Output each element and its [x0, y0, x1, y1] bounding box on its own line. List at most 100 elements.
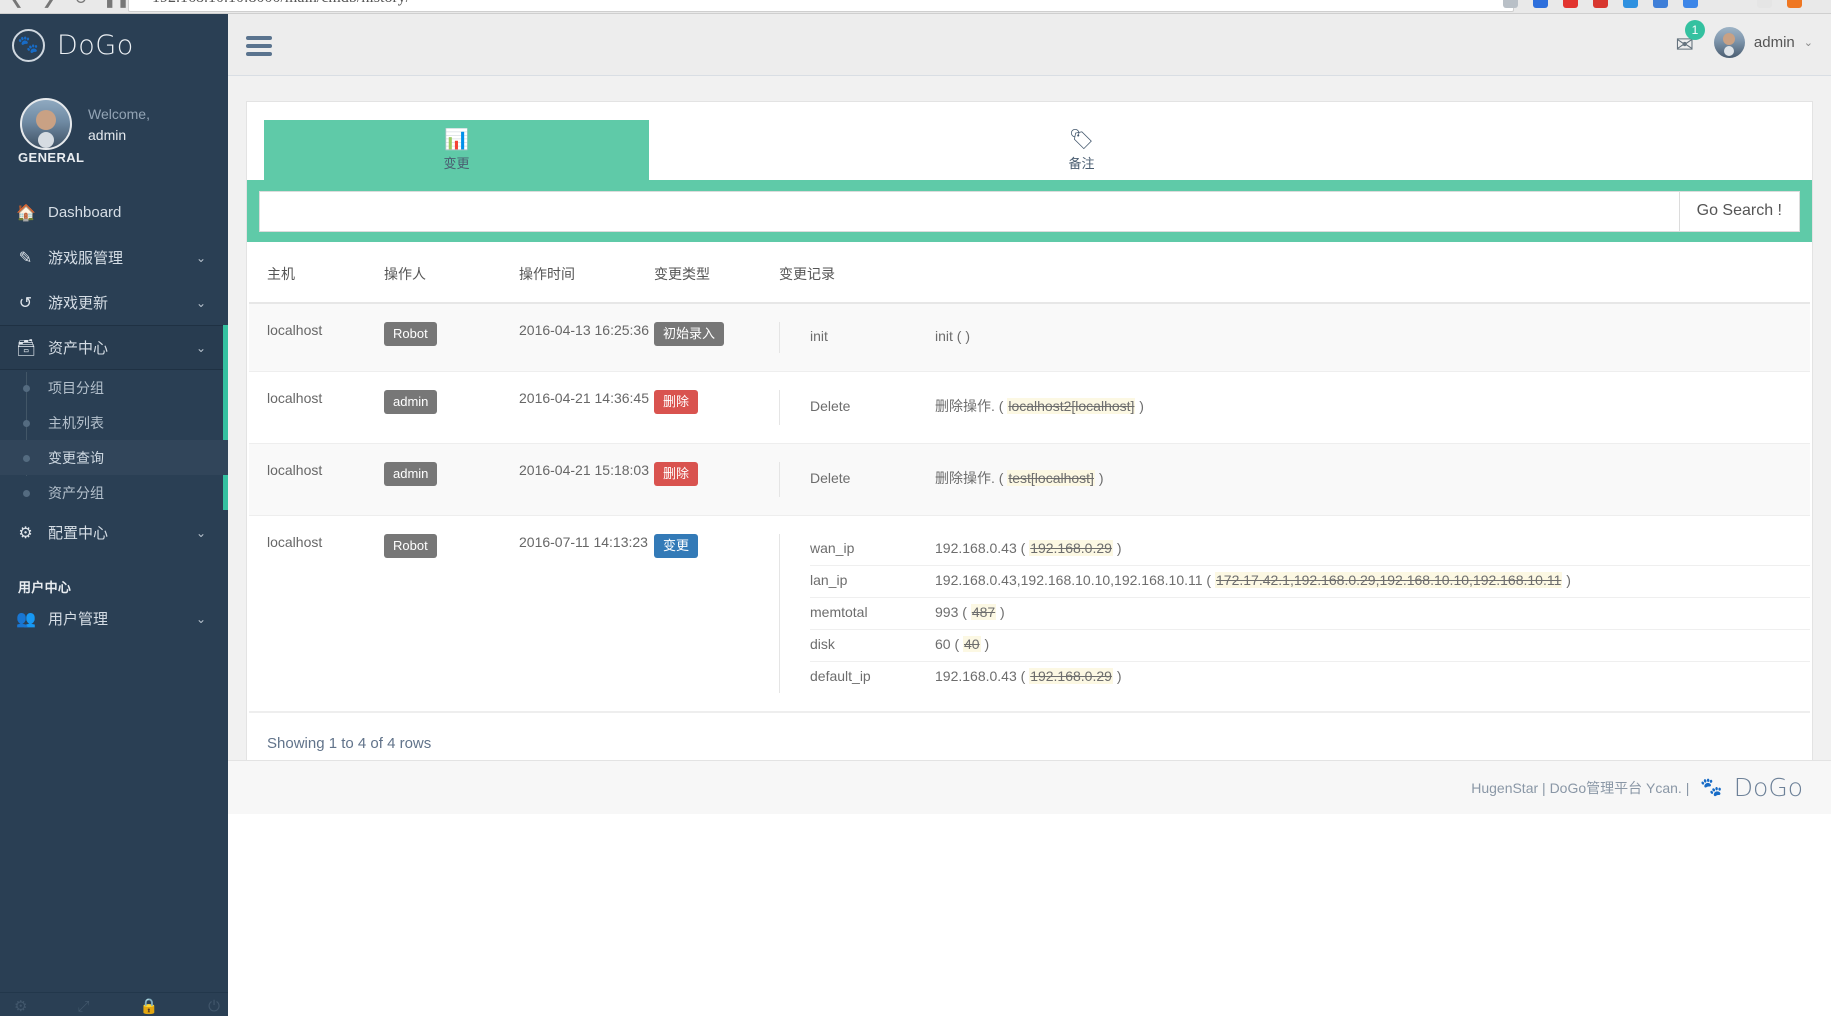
sidebar-item-host-list[interactable]: 主机列表	[0, 405, 228, 440]
tab-label: 变更	[443, 155, 470, 171]
record-value: 192.168.0.43 ( 192.168.0.29 )	[935, 540, 1122, 556]
profile-block: Welcome, admin GENERAL	[0, 76, 228, 168]
search-input[interactable]	[259, 190, 1679, 232]
avatar	[1713, 27, 1745, 58]
bookmark-icon[interactable]	[1503, 0, 1518, 8]
sidebar-item-label: 资产中心	[48, 340, 109, 357]
record-row: init init ( )	[810, 322, 1810, 353]
sidebar-item-user-management[interactable]: 👥 用户管理 ⌄	[0, 596, 228, 641]
page-footer: HugenStar | DoGo管理平台 Ycan. | 🐾 DoGo	[228, 760, 1831, 814]
change-type-badge: 删除	[654, 462, 699, 486]
extension-icon-3[interactable]	[1593, 0, 1608, 8]
cell-operator: Robot	[384, 515, 519, 712]
gears-icon: ⚙	[18, 524, 33, 542]
cell-type: 变更	[654, 515, 779, 712]
footer-logo: DoGo	[1733, 773, 1803, 802]
record-row: Delete 删除操作. ( test[localhost] )	[810, 462, 1810, 497]
paw-icon: 🐾	[1700, 777, 1723, 797]
table-row[interactable]: localhost admin 2016-04-21 15:18:03 删除 Delet…	[249, 443, 1810, 516]
extension-icon-7[interactable]	[1787, 0, 1802, 8]
cell-operator: admin	[384, 371, 519, 444]
users-icon: 👥	[16, 610, 36, 628]
extension-icon-1[interactable]	[1533, 0, 1548, 8]
record-old-value: test[localhost]	[1007, 470, 1095, 486]
messages-button[interactable]: ✉ 1	[1675, 20, 1705, 58]
record-row: wan_ip 192.168.0.43 ( 192.168.0.29 )	[810, 534, 1810, 566]
sidebar-item-change-query[interactable]: 变更查询	[0, 440, 228, 475]
cell-operator: admin	[384, 443, 519, 516]
sidebar-item-config-center[interactable]: ⚙ 配置中心 ⌄	[0, 510, 228, 555]
brand[interactable]: 🐾 DoGo	[0, 14, 228, 76]
extension-icon-5[interactable]	[1653, 0, 1668, 8]
record-old-value: localhost2[localhost]	[1007, 398, 1136, 414]
column-header-time: 操作时间	[519, 242, 654, 304]
record-value: 192.168.0.43 ( 192.168.0.29 )	[935, 668, 1122, 684]
fullscreen-icon[interactable]: ⤢	[77, 999, 89, 1014]
page-bottom-blank	[228, 814, 1831, 1016]
tag-icon: 🏷	[1068, 128, 1095, 151]
tab-bar: 📊 变更 🏷 备注	[247, 102, 1812, 180]
cell-host: localhost	[249, 371, 384, 444]
heart-icon[interactable]	[1757, 0, 1772, 8]
sidebar-item-asset-center[interactable]: 🗃 资产中心 ⌄	[0, 325, 228, 510]
sidebar-subitem-label: 项目分组	[48, 379, 104, 396]
hamburger-menu-icon[interactable]	[246, 36, 272, 60]
record-key: memtotal	[810, 604, 868, 620]
operator-badge: Robot	[384, 534, 437, 558]
record-list: Delete 删除操作. ( localhost2[localhost] )	[779, 390, 1810, 425]
extension-icon-6[interactable]	[1683, 0, 1698, 8]
footer-text: HugenStar | DoGo管理平台 Ycan. |	[1471, 779, 1690, 796]
cell-records: wan_ip 192.168.0.43 ( 192.168.0.29 ) lan_i…	[779, 515, 1810, 712]
extension-icon-2[interactable]	[1563, 0, 1578, 8]
pause-icon[interactable]: ❚❚	[103, 0, 130, 9]
record-row: disk 60 ( 40 )	[810, 630, 1810, 662]
record-old-value: 40	[963, 636, 981, 652]
chevron-down-icon: ⌄	[195, 340, 206, 355]
power-icon[interactable]: ⏻	[208, 999, 220, 1014]
tab-remark[interactable]: 🏷 备注	[889, 120, 1274, 180]
table-row[interactable]: localhost admin 2016-04-21 14:36:45 删除 Delet…	[249, 371, 1810, 444]
tab-change[interactable]: 📊 变更	[264, 120, 649, 180]
back-arrow-icon[interactable]: ❮	[10, 0, 23, 9]
extension-icon-4[interactable]	[1623, 0, 1638, 8]
refresh-icon: ↺	[18, 294, 33, 312]
forward-arrow-icon[interactable]: ❯	[42, 0, 55, 9]
cell-time: 2016-07-11 14:13:23	[519, 515, 654, 712]
settings-icon[interactable]: ⚙	[14, 999, 27, 1014]
sidebar-item-dashboard[interactable]: 🏠 Dashboard	[0, 190, 228, 235]
lock-icon[interactable]: 🔒	[139, 999, 158, 1014]
history-table-body: localhost Robot 2016-04-13 16:25:36 初始录入 ini…	[249, 303, 1810, 712]
user-menu-label: admin	[1753, 34, 1795, 51]
cell-type: 初始录入	[654, 303, 779, 372]
table-row[interactable]: localhost Robot 2016-07-11 14:13:23 变更 wan_i…	[249, 515, 1810, 712]
cell-records: Delete 删除操作. ( localhost2[localhost] )	[779, 371, 1810, 444]
record-value: 993 ( 487 )	[935, 604, 1005, 620]
record-key: Delete	[810, 470, 851, 486]
table-row[interactable]: localhost Robot 2016-04-13 16:25:36 初始录入 ini…	[249, 303, 1810, 372]
search-button[interactable]: Go Search !	[1678, 190, 1800, 232]
chevron-down-icon: ⌄	[1803, 37, 1813, 49]
record-key: wan_ip	[810, 540, 855, 556]
sidebar-item-project-group[interactable]: 项目分组	[0, 370, 228, 405]
user-menu-button[interactable]: admin ⌄	[1713, 27, 1813, 58]
column-header-operator: 操作人	[384, 242, 519, 304]
sidebar-submenu-asset-center: 项目分组 主机列表 变更查询 资产分组	[0, 370, 228, 510]
record-old-value: 192.168.0.29	[1029, 540, 1113, 556]
home-icon: 🏠	[16, 204, 36, 222]
record-value: init ( )	[935, 328, 971, 344]
status-badge: 1	[1684, 20, 1705, 40]
chevron-down-icon: ⌄	[195, 250, 206, 265]
record-key: Delete	[810, 398, 851, 414]
sidebar-item-asset-group[interactable]: 资产分组	[0, 475, 228, 510]
sidebar-item-game-update[interactable]: ↺ 游戏更新 ⌄	[0, 280, 228, 325]
reload-icon[interactable]: ↻	[74, 0, 87, 9]
sidebar-footer-icons: ⚙ ⤢ 🔒 ⏻	[0, 992, 228, 1014]
sidebar-item-game-server[interactable]: ✎ 游戏服管理 ⌄	[0, 235, 228, 280]
avatar	[20, 98, 72, 150]
sidebar-item-label: Dashboard	[48, 204, 122, 221]
cell-time: 2016-04-21 15:18:03	[519, 443, 654, 516]
record-old-value: 192.168.0.29	[1029, 668, 1113, 684]
chevron-down-icon: ⌄	[195, 525, 206, 540]
top-navbar: ✉ 1 admin ⌄	[228, 14, 1831, 76]
record-row: Delete 删除操作. ( localhost2[localhost] )	[810, 390, 1810, 425]
